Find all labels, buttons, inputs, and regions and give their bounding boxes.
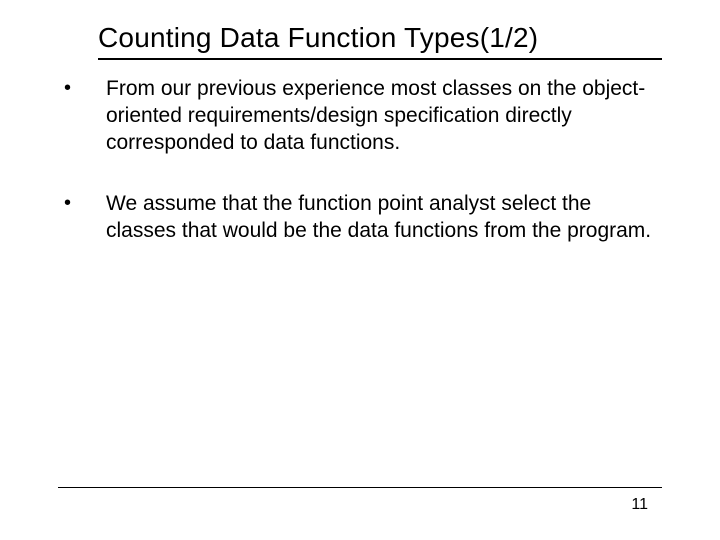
slide: Counting Data Function Types(1/2) From o… <box>0 0 720 540</box>
bullet-list: From our previous experience most classe… <box>58 76 662 244</box>
page-number: 11 <box>631 496 648 514</box>
title-underline: Counting Data Function Types(1/2) <box>98 22 662 60</box>
bullet-item: We assume that the function point analys… <box>58 191 662 245</box>
slide-title: Counting Data Function Types(1/2) <box>98 22 662 54</box>
bullet-item: From our previous experience most classe… <box>58 76 662 157</box>
footer-rule <box>58 487 662 488</box>
